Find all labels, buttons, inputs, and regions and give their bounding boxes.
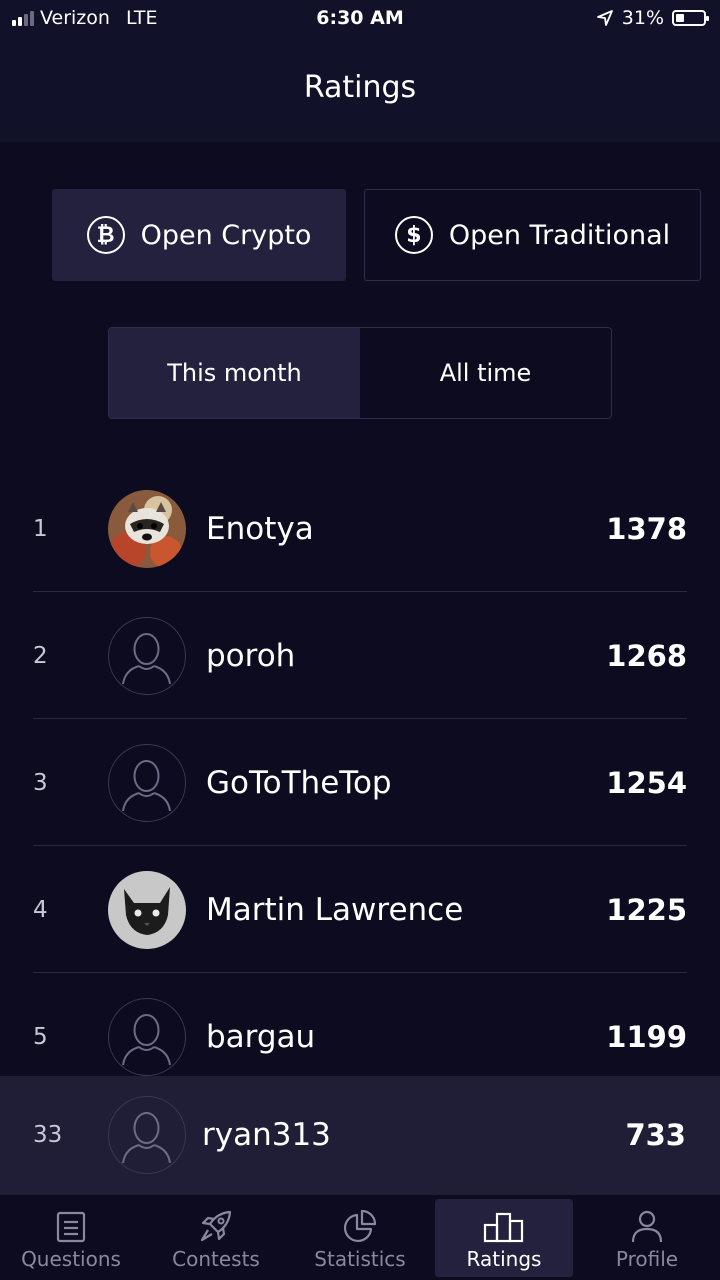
current-user-row[interactable]: 33 ryan313 733	[0, 1076, 720, 1194]
bitcoin-icon: ₿	[86, 216, 125, 254]
default-avatar-icon	[108, 743, 186, 822]
tab-this-month[interactable]: This month	[109, 328, 360, 418]
battery-percent: 31%	[621, 7, 664, 29]
open-crypto-label: Open Crypto	[140, 219, 312, 251]
status-bar: Verizon LTE 6:30 AM 31%	[0, 0, 720, 36]
open-traditional-label: Open Traditional	[448, 219, 671, 251]
tab-statistics[interactable]: Statistics	[291, 1199, 429, 1277]
statistics-icon	[344, 1209, 377, 1242]
tab-statistics-label: Statistics	[314, 1247, 406, 1271]
default-avatar-icon	[108, 1096, 186, 1174]
user-score: 1199	[606, 1019, 687, 1054]
user-name: bargau	[206, 1018, 316, 1055]
page-title: Ratings	[303, 70, 417, 105]
user-score: 1268	[606, 638, 687, 673]
cat-avatar	[108, 870, 186, 949]
nav-header: Ratings	[0, 36, 720, 142]
questions-icon	[56, 1211, 86, 1243]
bottom-tab-bar: Questions Contests Statistics Ratings Pr…	[0, 1194, 720, 1280]
open-traditional-button[interactable]: $ Open Traditional	[364, 189, 701, 281]
leaderboard-row[interactable]: 3 GoToTheTop 1254	[33, 719, 687, 846]
tab-ratings-label: Ratings	[466, 1247, 542, 1271]
current-user-rank: 33	[33, 1122, 63, 1148]
leaderboard-row[interactable]: 4 Martin Lawrence 1225	[33, 846, 687, 973]
raccoon-avatar	[108, 489, 186, 568]
tab-profile-label: Profile	[615, 1247, 679, 1271]
user-name: poroh	[206, 637, 296, 674]
default-avatar-icon	[108, 616, 186, 695]
rank-number: 5	[33, 1023, 48, 1050]
status-right: 31%	[596, 7, 709, 29]
current-user-score: 733	[625, 1118, 686, 1152]
leaderboard-row[interactable]: 2 poroh 1268	[33, 592, 687, 719]
rank-number: 4	[33, 896, 48, 923]
battery-icon	[672, 10, 709, 26]
rocket-icon	[200, 1210, 232, 1242]
current-user-name: ryan313	[202, 1117, 331, 1153]
period-toggle: This month All time	[108, 327, 612, 419]
battery-fill	[676, 14, 684, 22]
user-score: 1254	[606, 765, 687, 800]
default-avatar-icon	[108, 997, 186, 1076]
user-score: 1378	[606, 511, 687, 546]
user-name: Martin Lawrence	[206, 891, 464, 928]
tab-profile[interactable]: Profile	[578, 1199, 716, 1277]
tab-all-time[interactable]: All time	[360, 328, 611, 418]
tab-questions-label: Questions	[21, 1247, 121, 1271]
rank-number: 1	[33, 515, 48, 542]
rank-number: 2	[33, 642, 48, 669]
podium-icon	[483, 1212, 524, 1243]
user-name: GoToTheTop	[206, 764, 392, 801]
user-score: 1225	[606, 892, 687, 927]
tab-questions[interactable]: Questions	[2, 1199, 140, 1277]
tab-contests-label: Contests	[172, 1247, 260, 1271]
profile-icon	[631, 1210, 663, 1243]
leaderboard-row[interactable]: 1 Enotya 1378	[33, 465, 687, 592]
location-arrow-icon	[596, 10, 613, 26]
dollar-icon: $	[394, 216, 433, 254]
tab-contests[interactable]: Contests	[147, 1199, 285, 1277]
open-crypto-button[interactable]: ₿ Open Crypto	[52, 189, 346, 281]
rank-number: 3	[33, 769, 48, 796]
tab-ratings[interactable]: Ratings	[435, 1199, 573, 1277]
user-name: Enotya	[206, 510, 314, 547]
